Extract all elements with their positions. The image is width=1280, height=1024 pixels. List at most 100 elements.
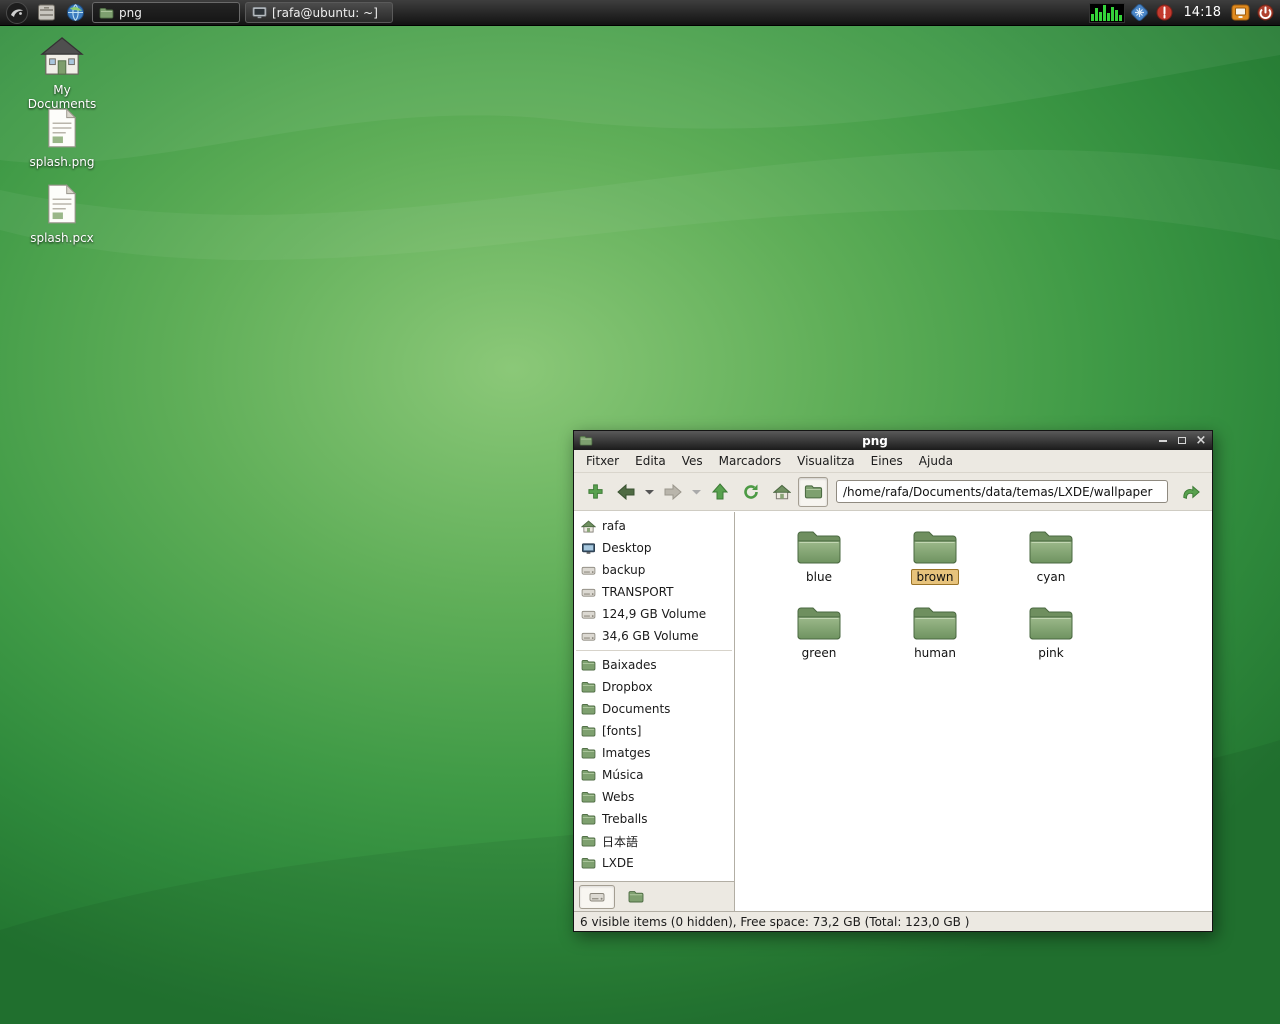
image-file-icon bbox=[46, 108, 78, 148]
image-file-icon bbox=[46, 184, 78, 224]
places-list: rafa Desktop backup TRANSPORT 124,9 GB V… bbox=[574, 512, 734, 881]
status-text: 6 visible items (0 hidden), Free space: … bbox=[580, 914, 970, 929]
file-manager-icon bbox=[37, 4, 55, 21]
sidebar-place-rafa[interactable]: rafa bbox=[574, 515, 734, 537]
updates-icon[interactable] bbox=[1155, 3, 1175, 23]
file-list-view[interactable]: blue brown cyan green human pink bbox=[735, 512, 1212, 911]
file-manager-launcher[interactable] bbox=[34, 1, 58, 25]
sidebar-bookmark-lxde[interactable]: LXDE bbox=[574, 852, 734, 874]
file-item-cyan[interactable]: cyan bbox=[993, 526, 1109, 602]
menu-bar: Fitxer Edita Ves Marcadors Visualitza Ei… bbox=[574, 450, 1212, 473]
desktop-icon-label: My Documents bbox=[27, 83, 97, 111]
logout-button[interactable] bbox=[1255, 3, 1275, 23]
bookmark-label: [fonts] bbox=[602, 724, 642, 738]
sidebar-separator bbox=[576, 650, 732, 651]
sidebar-bookmark-baixades[interactable]: Baixades bbox=[574, 654, 734, 676]
file-label: blue bbox=[806, 570, 832, 584]
sidebar-place-volume-34[interactable]: 34,6 GB Volume bbox=[574, 625, 734, 647]
arrow-right-icon bbox=[664, 483, 682, 500]
file-label: cyan bbox=[1036, 570, 1066, 584]
arrow-up-icon bbox=[712, 483, 728, 500]
file-item-blue[interactable]: blue bbox=[761, 526, 877, 602]
home-button[interactable] bbox=[767, 477, 797, 507]
maximize-button[interactable] bbox=[1176, 435, 1188, 447]
bookmark-label: Documents bbox=[602, 702, 671, 716]
forward-button[interactable] bbox=[658, 477, 688, 507]
file-item-human[interactable]: human bbox=[877, 602, 993, 678]
sidebar-place-desktop[interactable]: Desktop bbox=[574, 537, 734, 559]
up-button[interactable] bbox=[705, 477, 735, 507]
file-item-brown[interactable]: brown bbox=[877, 526, 993, 602]
sidebar-bookmark-fonts[interactable]: [fonts] bbox=[574, 720, 734, 742]
taskbar-item-terminal[interactable]: [rafa@ubuntu: ~] bbox=[245, 2, 393, 23]
go-jump-button[interactable] bbox=[1176, 477, 1206, 507]
open-folder-button[interactable] bbox=[798, 476, 828, 507]
file-item-pink[interactable]: pink bbox=[993, 602, 1109, 678]
menu-ves[interactable]: Ves bbox=[674, 452, 711, 470]
sidebar-bookmark-documents[interactable]: Documents bbox=[574, 698, 734, 720]
sidebar-bookmark-treballs[interactable]: Treballs bbox=[574, 808, 734, 830]
web-browser-icon bbox=[66, 4, 84, 21]
sidebar-place-transport[interactable]: TRANSPORT bbox=[574, 581, 734, 603]
desktop-icon-label: splash.png bbox=[29, 155, 95, 169]
sidebar-place-volume-124[interactable]: 124,9 GB Volume bbox=[574, 603, 734, 625]
minimize-button[interactable] bbox=[1157, 435, 1169, 447]
folder-icon bbox=[581, 835, 596, 847]
arrow-left-icon bbox=[617, 483, 635, 500]
menu-visualitza[interactable]: Visualitza bbox=[789, 452, 863, 470]
back-history-dropdown[interactable] bbox=[642, 477, 657, 507]
bookmark-label: Música bbox=[602, 768, 644, 782]
taskbar-item-png[interactable]: png bbox=[92, 2, 240, 23]
refresh-button[interactable] bbox=[736, 477, 766, 507]
folder-icon bbox=[911, 526, 959, 566]
panel-clock[interactable]: 14:18 bbox=[1180, 5, 1225, 20]
desktop-icon-splash-png[interactable]: splash.png bbox=[18, 108, 106, 169]
file-label: green bbox=[801, 646, 837, 660]
window-titlebar[interactable]: png × bbox=[574, 431, 1212, 450]
desktop-icon-my-documents[interactable]: My Documents bbox=[18, 36, 106, 111]
menu-ajuda[interactable]: Ajuda bbox=[911, 452, 961, 470]
terminal-icon bbox=[252, 6, 267, 19]
drive-icon bbox=[589, 891, 605, 903]
forward-history-dropdown[interactable] bbox=[689, 477, 704, 507]
close-button[interactable]: × bbox=[1195, 434, 1207, 447]
menu-fitxer[interactable]: Fitxer bbox=[578, 452, 627, 470]
sidebar-bookmark-imatges[interactable]: Imatges bbox=[574, 742, 734, 764]
desktop-icon-splash-pcx[interactable]: splash.pcx bbox=[18, 184, 106, 245]
directory-tree-toggle[interactable] bbox=[618, 885, 654, 909]
screen-lock-button[interactable] bbox=[1230, 3, 1250, 23]
bookmark-label: Webs bbox=[602, 790, 635, 804]
sidebar-place-backup[interactable]: backup bbox=[574, 559, 734, 581]
tray-blue-icon[interactable] bbox=[1130, 3, 1150, 23]
new-tab-button[interactable] bbox=[580, 477, 610, 507]
file-label: human bbox=[914, 646, 956, 660]
path-input[interactable] bbox=[836, 480, 1168, 503]
folder-icon bbox=[581, 791, 596, 803]
folder-icon bbox=[911, 602, 959, 642]
plus-icon bbox=[587, 484, 603, 499]
file-item-green[interactable]: green bbox=[761, 602, 877, 678]
home-folder-icon bbox=[39, 36, 85, 76]
places-view-toggle[interactable] bbox=[579, 884, 615, 909]
cpu-monitor-applet[interactable] bbox=[1088, 2, 1125, 23]
menu-edita[interactable]: Edita bbox=[627, 452, 674, 470]
menu-marcadors[interactable]: Marcadors bbox=[711, 452, 789, 470]
folder-icon bbox=[581, 769, 596, 781]
go-jump-icon bbox=[1183, 485, 1200, 499]
lxde-menu-button[interactable] bbox=[5, 1, 29, 25]
sidebar-bookmark-dropbox[interactable]: Dropbox bbox=[574, 676, 734, 698]
sidebar-bookmark-webs[interactable]: Webs bbox=[574, 786, 734, 808]
refresh-icon bbox=[744, 484, 758, 499]
back-button[interactable] bbox=[611, 477, 641, 507]
toolbar bbox=[574, 473, 1212, 511]
folder-icon bbox=[1027, 526, 1075, 566]
taskbar-item-label: [rafa@ubuntu: ~] bbox=[272, 5, 378, 20]
menu-eines[interactable]: Eines bbox=[863, 452, 911, 470]
sidebar-bookmark-japanese[interactable]: 日本語 bbox=[574, 830, 734, 852]
web-browser-launcher[interactable] bbox=[63, 1, 87, 25]
bookmark-label: Baixades bbox=[602, 658, 657, 672]
sidebar-bookmark-musica[interactable]: Música bbox=[574, 764, 734, 786]
folder-icon bbox=[579, 435, 593, 446]
window-title: png bbox=[862, 433, 888, 448]
desktop-icon-label: splash.pcx bbox=[30, 231, 94, 245]
